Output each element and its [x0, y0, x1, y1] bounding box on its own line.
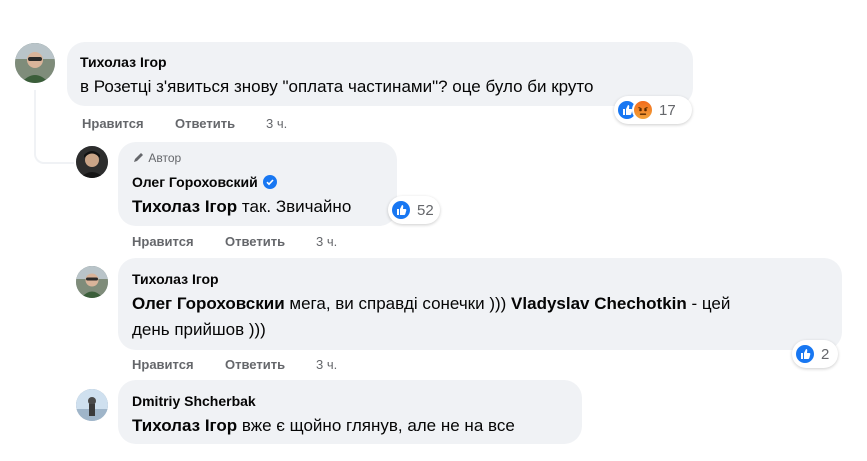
reaction-count: 52 — [417, 201, 434, 219]
pencil-icon — [134, 153, 143, 162]
reactions-summary[interactable]: 52 — [388, 196, 440, 224]
comment-author[interactable]: Олег Гороховский — [132, 174, 277, 190]
comment-text-line2: день прийшов ))) — [132, 320, 266, 339]
comment-text-body: вже є щойно глянув, але не на все — [237, 416, 515, 435]
comment-author[interactable]: Тихолаз Ігор — [80, 54, 167, 70]
reactions-summary[interactable]: 17 — [614, 96, 692, 124]
avatar[interactable] — [76, 266, 108, 298]
like-icon — [794, 343, 816, 365]
comment-timestamp[interactable]: 3 ч. — [316, 357, 337, 372]
mention-link[interactable]: Тихолаз Ігор — [132, 197, 237, 216]
avatar[interactable] — [76, 389, 108, 421]
comment-timestamp[interactable]: 3 ч. — [266, 116, 287, 131]
comment-text: Тихолаз Ігор так. Звичайно — [132, 194, 351, 220]
comment-timestamp[interactable]: 3 ч. — [316, 234, 337, 249]
like-icon — [390, 199, 412, 221]
comment-text-body: - цей — [686, 294, 731, 313]
reactions-summary[interactable]: 2 — [792, 340, 838, 368]
avatar[interactable] — [76, 146, 108, 178]
angry-icon — [632, 99, 654, 121]
like-button[interactable]: Нравится — [82, 116, 144, 131]
author-badge: Автор — [133, 151, 181, 165]
comment-author[interactable]: Тихолаз Ігор — [132, 271, 219, 287]
comment-text: Олег Гороховскии мега, ви справді сонечк… — [132, 291, 730, 317]
like-button[interactable]: Нравится — [132, 234, 194, 249]
comment-text-body: так. Звичайно — [237, 197, 352, 216]
reply-button[interactable]: Ответить — [225, 357, 285, 372]
comment-author[interactable]: Dmitriy Shcherbak — [132, 393, 256, 409]
thread-line — [34, 90, 74, 164]
comment-text: Тихолаз Ігор вже є щойно глянув, але не … — [132, 413, 515, 439]
comment-text: в Розетці з'явиться знову "оплата частин… — [80, 77, 594, 96]
mention-link[interactable]: Олег Гороховскии — [132, 294, 285, 313]
like-button[interactable]: Нравится — [132, 357, 194, 372]
mention-link[interactable]: Vladyslav Chechotkin — [511, 294, 687, 313]
reply-button[interactable]: Ответить — [225, 234, 285, 249]
comment-text-body: мега, ви справді сонечки ))) — [284, 294, 512, 313]
reply-button[interactable]: Ответить — [175, 116, 235, 131]
avatar[interactable] — [15, 43, 55, 83]
author-badge-label: Автор — [148, 151, 182, 165]
mention-link[interactable]: Тихолаз Ігор — [132, 416, 237, 435]
reaction-count: 17 — [659, 101, 676, 119]
reaction-count: 2 — [821, 345, 830, 363]
verified-badge-icon — [262, 175, 277, 189]
comment-author-name[interactable]: Олег Гороховский — [132, 174, 258, 190]
